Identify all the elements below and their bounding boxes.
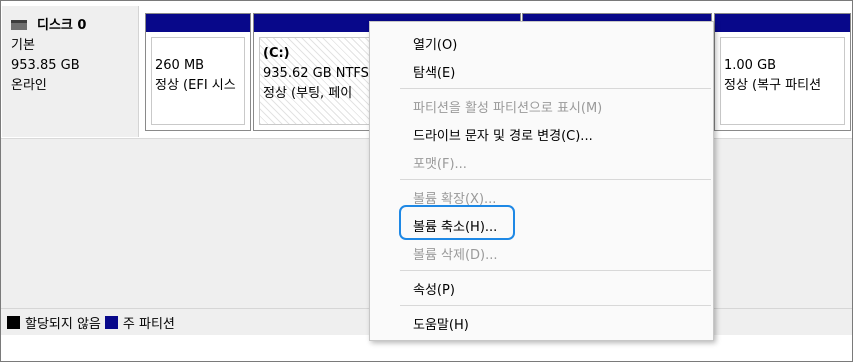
menu-separator xyxy=(400,270,711,271)
menu-separator xyxy=(400,88,711,89)
shrink-volume-highlight xyxy=(399,205,515,240)
disk-name: 디스크 0 xyxy=(37,18,87,33)
menu-item-label: 볼륨 삭제(D)... xyxy=(413,247,498,263)
menu-separator xyxy=(400,179,711,180)
partition-body: 1.00 GB 정상 (복구 파티션 xyxy=(720,37,845,125)
menu-item-change-drive-letter[interactable]: 드라이브 문자 및 경로 변경(C)... xyxy=(370,120,713,148)
legend-label: 할당되지 않음 xyxy=(25,316,101,332)
partition-size: 260 MB xyxy=(155,58,205,73)
menu-item-label: 열기(O) xyxy=(413,37,458,53)
menu-item-label: 파티션을 활성 파티션으로 표시(M) xyxy=(413,100,603,116)
disk-type: 기본 xyxy=(11,38,35,53)
menu-item-label: 도움말(H) xyxy=(413,317,469,333)
context-menu: 열기(O) 탐색(E) 파티션을 활성 파티션으로 표시(M) 드라이브 문자 … xyxy=(369,21,714,341)
partition-size: 1.00 GB xyxy=(724,58,777,73)
partition-status: 정상 (EFI 시스 xyxy=(155,78,236,93)
legend-label: 주 파티션 xyxy=(122,316,175,332)
partition-bar xyxy=(146,14,250,32)
disk-title: 디스크 0 xyxy=(11,16,138,36)
partition-status: 정상 (복구 파티션 xyxy=(724,78,822,93)
menu-item-open[interactable]: 열기(O) xyxy=(370,29,713,57)
menu-item-properties[interactable]: 속성(P) xyxy=(370,274,713,302)
disk-drive-icon xyxy=(11,20,27,30)
menu-item-mark-active[interactable]: 파티션을 활성 파티션으로 표시(M) xyxy=(370,92,713,120)
legend-unallocated: 할당되지 않음 xyxy=(7,313,101,332)
menu-item-label: 드라이브 문자 및 경로 변경(C)... xyxy=(413,128,593,144)
partition-body: 260 MB 정상 (EFI 시스 xyxy=(151,37,245,125)
menu-item-label: 포맷(F)... xyxy=(413,156,467,172)
menu-item-format[interactable]: 포맷(F)... xyxy=(370,148,713,176)
primary-swatch xyxy=(104,315,118,329)
menu-item-label: 속성(P) xyxy=(413,282,455,298)
partition-efi[interactable]: 260 MB 정상 (EFI 시스 xyxy=(145,13,251,131)
partition-bar xyxy=(715,14,850,32)
menu-item-label: 탐색(E) xyxy=(413,65,456,81)
disk-status: 온라인 xyxy=(11,78,47,93)
menu-item-delete-volume[interactable]: 볼륨 삭제(D)... xyxy=(370,239,713,267)
unallocated-swatch xyxy=(7,315,20,329)
partition-recovery[interactable]: 1.00 GB 정상 (복구 파티션 xyxy=(714,13,851,131)
menu-item-help[interactable]: 도움말(H) xyxy=(370,309,713,337)
menu-item-label: 볼륨 확장(X)... xyxy=(413,191,497,207)
legend-primary: 주 파티션 xyxy=(104,313,175,332)
disk-info-panel[interactable]: 디스크 0 기본 953.85 GB 온라인 xyxy=(2,6,139,137)
menu-separator xyxy=(400,305,711,306)
disk-size: 953.85 GB xyxy=(11,58,80,73)
menu-item-explore[interactable]: 탐색(E) xyxy=(370,57,713,85)
